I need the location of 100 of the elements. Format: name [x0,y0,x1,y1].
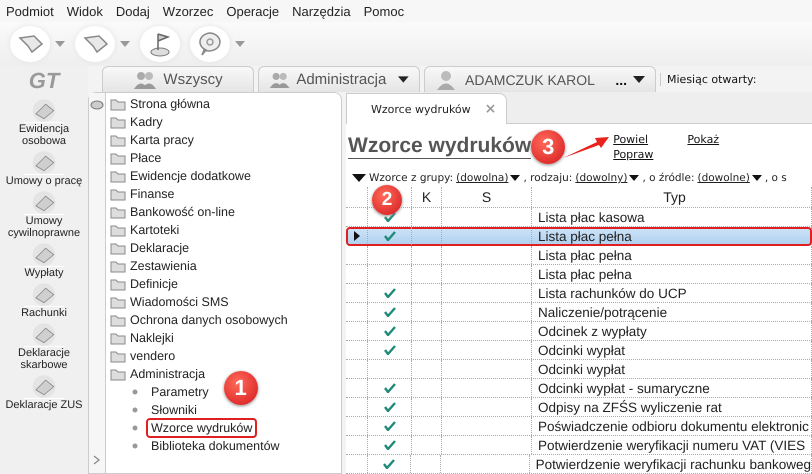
checkmark-icon [384,345,396,355]
tree-item[interactable]: Strona główna [110,95,288,113]
document-tab[interactable]: Wzorce wydruków × [346,93,508,124]
filter-dropdown[interactable]: (dowolna) [456,172,520,184]
menu-item[interactable]: Wzorzec [162,4,214,18]
tree-item[interactable]: Parametry [146,382,214,402]
row-pointer-icon [354,231,360,241]
menu-item[interactable]: Dodaj [116,4,150,18]
tree-item[interactable]: Zestawienia [110,257,288,275]
menu-item[interactable]: Pomoc [364,4,404,18]
table-row[interactable]: Lista rachunków do UCP [346,284,812,303]
bullet-icon [132,443,138,449]
table-row[interactable]: Naliczenie/potrącenie [346,303,812,322]
menu-item[interactable]: Narzędzia [292,4,351,18]
checkmark-icon [384,288,396,298]
caret-icon [352,174,366,182]
sidebar-item[interactable]: Rachunki [1,280,87,319]
filter-dropdown[interactable]: (dowolne) [697,172,762,184]
tree-item[interactable]: Kartoteki [110,221,288,239]
table-cell: Odcinki wypłat [532,341,812,359]
menu-item[interactable]: Podmiot [6,4,54,18]
table-row[interactable]: Odcinki wypłat [346,360,812,379]
tree-item[interactable]: Słowniki [146,400,202,420]
caret-icon [510,175,520,182]
tree-item[interactable]: Ochrona danych osobowych [110,311,288,329]
bullet-icon [132,407,138,413]
folder-icon [110,241,126,255]
table-cell: Lista rachunków do UCP [532,284,812,302]
step-badge: 3 [531,130,566,164]
table-row[interactable]: Odcinki wypłat - sumaryczne [346,379,812,398]
folder-icon [110,205,126,219]
table-cell: Odcinki wypłat - sumaryczne [532,379,812,397]
action-link[interactable]: Popraw [613,146,654,162]
step-badge: 2 [372,185,402,215]
sidebar-item[interactable]: Umowy o pracę [1,148,87,187]
toolbar-button[interactable] [10,25,65,63]
table-cell: Odpisy na ZFŚS wyliczenie rat [532,398,812,416]
tree-item[interactable]: Naklejki [110,329,288,347]
caret-icon [633,76,645,83]
tree-item[interactable]: Karta pracy [110,131,288,149]
folder-icon [110,133,126,147]
tree-item[interactable]: Biblioteka dokumentów [146,436,285,456]
table-cell: Lista płac kasowa [532,208,812,226]
table-row[interactable]: Odpisy na ZFŚS wyliczenie rat [346,398,812,417]
table-row[interactable]: Potwierdzenie weryfikacji rachunku bankoweg [346,455,812,474]
table-cell: Poświadczenie odbioru dokumentu elektronic [532,417,812,435]
tree-item[interactable]: Definicje [110,275,288,293]
page-title: Wzorce wydruków [348,134,532,160]
tree-item[interactable]: Ewidencje dodatkowe [110,167,288,185]
tree-item[interactable]: Płace [110,149,288,167]
tree-item[interactable]: Finanse [110,185,288,203]
bullet-icon [132,425,138,431]
chevron-icon [93,455,101,465]
table-cell: Lista płac pełna [532,246,812,264]
toolbar-button[interactable] [140,25,180,63]
column-header[interactable]: K [412,187,442,207]
table-cell: Naliczenie/potrącenie [532,303,812,321]
table-row[interactable]: Potwierdzenie weryfikacji numeru VAT (VIES [346,436,812,455]
sidebar-item[interactable]: Deklaracje skarbowe [1,320,87,371]
table-row[interactable]: Odcinek z wypłaty [346,322,812,341]
logo: GT [28,68,60,95]
tree-item[interactable]: Wiadomości SMS [110,293,288,311]
table-cell: Odcinek z wypłaty [532,322,812,340]
group-tab[interactable]: ADAMCZUK KAROL ... [424,66,656,92]
table-row[interactable]: Odcinki wypłat [346,341,812,360]
table-row[interactable]: Lista płac pełna [346,246,812,265]
sidebar-item[interactable]: Umowy cywilnoprawne [1,188,87,239]
folder-icon [110,367,126,381]
tree-item[interactable]: vendero [110,347,288,365]
tree-item[interactable]: Kadry [110,113,288,131]
column-header[interactable]: Typ [532,187,812,207]
filter-label: , rodzaju: [523,172,572,184]
menu-item[interactable]: Operacje [226,4,280,18]
group-tab[interactable]: Wszyscy [102,66,254,92]
table-row[interactable]: Lista płac pełna [346,227,812,246]
table-row[interactable]: Lista płac pełna [346,265,812,284]
folder-icon [110,115,126,129]
column-header[interactable]: S [442,187,532,207]
checkmark-icon [384,440,396,450]
caret-icon [55,41,65,47]
tree-item[interactable]: Wzorce wydruków [146,418,258,438]
table-cell: Potwierdzenie weryfikacji rachunku bankoweg [530,455,812,473]
table-row[interactable]: Poświadczenie odbioru dokumentu elektronic [346,417,812,436]
sidebar-item[interactable]: Wypłaty [1,240,87,279]
folder-icon [110,313,126,327]
filter-label: , o źródle: [642,172,694,184]
folder-icon [110,151,126,165]
checkmark-icon [384,307,396,317]
action-link[interactable]: Powiel [613,132,654,147]
group-tab[interactable]: Administracja [258,66,420,92]
table-cell: Potwierdzenie weryfikacji numeru VAT (VIES [532,436,812,454]
action-link[interactable]: Pokaż [687,132,720,147]
toolbar-button[interactable] [75,25,130,63]
toolbar-button[interactable] [190,25,245,63]
sidebar-item[interactable]: Ewidencja osobowa [1,96,87,147]
sidebar-item[interactable]: Deklaracje ZUS [1,372,87,411]
menu-item[interactable]: Widok [66,4,103,18]
tree-item[interactable]: Bankowość on-line [110,203,288,221]
tree-item[interactable]: Deklaracje [110,239,288,257]
filter-dropdown[interactable]: (dowolny) [575,172,640,184]
